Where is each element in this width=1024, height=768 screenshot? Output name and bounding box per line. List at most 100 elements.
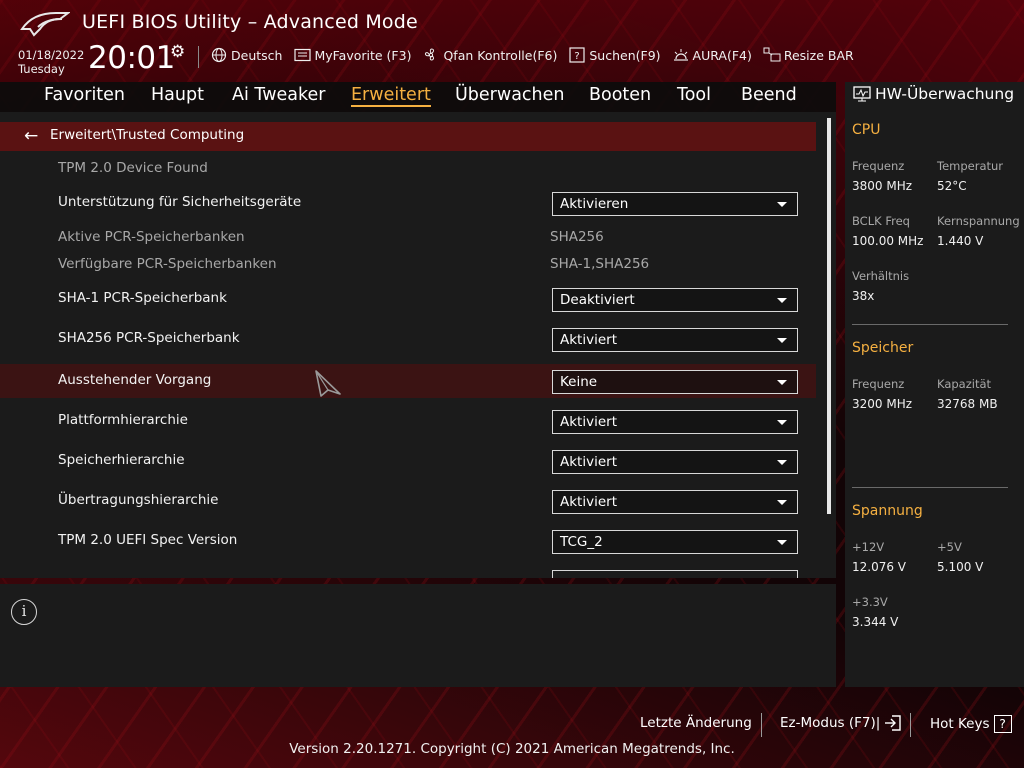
ez-mode-label: Ez-Modus (F7)| [780,715,881,731]
endorsement-hierarchy-dropdown[interactable]: Aktiviert [552,490,798,514]
next-dropdown-partial [552,570,798,578]
setting-value: SHA-1,SHA256 [550,256,650,272]
settings-gear-icon[interactable]: ⚙ [170,42,185,62]
date-text: 01/18/2022 [18,48,85,62]
chevron-down-icon [777,460,787,465]
tab-ueberwachen[interactable]: Überwachen [455,85,565,105]
aura-button[interactable]: AURA(F4) [672,47,752,63]
speicher-heading: Speicher [852,340,914,356]
dropdown-value: Aktiviert [560,332,617,348]
setting-row-sha1-pcr[interactable]: SHA-1 PCR-Speicherbank Deaktiviert [0,282,816,316]
platform-hierarchy-dropdown[interactable]: Aktiviert [552,410,798,434]
hot-keys-button[interactable]: Hot Keys ? [930,715,1012,733]
setting-row-available-pcr: Verfügbare PCR-Speicherbanken SHA-1,SHA2… [0,249,816,283]
setting-row-platform-hierarchy[interactable]: Plattformhierarchie Aktiviert [0,404,816,438]
cpu-verhaeltnis-label: Verhältnis [852,269,910,283]
speicher-kapazitaet-label: Kapazität [937,377,992,391]
setting-row-storage-hierarchy[interactable]: Speicherhierarchie Aktiviert [0,444,816,478]
resize-bar-label: Resize BAR [783,47,854,63]
setting-label: Übertragungshierarchie [58,492,219,508]
cpu-verhaeltnis-value: 38x [852,289,875,303]
header-divider [198,46,199,68]
tab-beend[interactable]: Beend [741,85,797,105]
search-button[interactable]: ? Suchen(F9) [568,47,661,63]
settings-scrollbar[interactable] [827,118,831,514]
breadcrumb-path: Erweitert\Trusted Computing [50,127,245,143]
footer-divider [910,713,911,737]
setting-row-endorsement-hierarchy[interactable]: Übertragungshierarchie Aktiviert [0,484,816,518]
spannung-5v-value: 5.100 V [937,560,984,574]
setting-row-tpm-spec-version[interactable]: TPM 2.0 UEFI Spec Version TCG_2 [0,524,816,558]
cpu-bclk-label: BCLK Freq [852,214,910,228]
chevron-down-icon [777,540,787,545]
hw-monitor-title-text: HW-Überwachung [875,85,1015,103]
cpu-temperatur-label: Temperatur [937,159,1004,173]
hw-monitor-panel: HW-Überwachung CPU Frequenz Temperatur 3… [845,82,1024,687]
setting-label: SHA256 PCR-Speicherbank [58,330,240,346]
tab-booten[interactable]: Booten [589,85,651,105]
dropdown-value: TCG_2 [560,534,603,550]
hw-section-divider [852,487,1008,488]
tab-ai-tweaker[interactable]: Ai Tweaker [232,85,325,105]
dropdown-value: Aktiviert [560,454,617,470]
setting-label: SHA-1 PCR-Speicherbank [58,290,227,306]
cpu-temperatur-value: 52°C [937,179,967,193]
dropdown-value: Deaktiviert [560,292,635,308]
spannung-5v-label: +5V [937,540,962,554]
info-icon: i [11,599,37,625]
back-arrow-icon[interactable]: ← [24,126,38,146]
sha256-pcr-dropdown[interactable]: Aktiviert [552,328,798,352]
setting-label: TPM 2.0 Device Found [58,160,208,176]
setting-label: Plattformhierarchie [58,412,188,428]
language-button[interactable]: Deutsch [210,47,282,63]
tab-tool[interactable]: Tool [677,85,711,105]
tab-erweitert[interactable]: Erweitert [351,85,431,107]
dropdown-value: Aktiviert [560,494,617,510]
spannung-33v-label: +3.3V [852,595,888,609]
qfan-button[interactable]: Qfan Kontrolle(F6) [422,47,557,63]
cpu-heading: CPU [852,122,881,138]
storage-hierarchy-dropdown[interactable]: Aktiviert [552,450,798,474]
cpu-frequenz-value: 3800 MHz [852,179,913,193]
chevron-down-icon [777,298,787,303]
chevron-down-icon [777,500,787,505]
chevron-down-icon [777,380,787,385]
setting-row-security-device[interactable]: Unterstützung für Sicherheitsgeräte Akti… [0,186,816,220]
aura-icon [672,47,690,63]
cpu-frequenz-label: Frequenz [852,159,905,173]
myfavorite-button[interactable]: MyFavorite (F3) [293,47,411,63]
mouse-cursor-icon [315,370,341,397]
setting-label: Speicherhierarchie [58,452,185,468]
setting-value: SHA256 [550,229,604,245]
myfavorite-icon [293,47,311,63]
weekday-text: Tuesday [18,62,65,76]
dropdown-value: Aktivieren [560,196,629,212]
spannung-12v-value: 12.076 V [852,560,907,574]
chevron-down-icon [777,420,787,425]
spannung-heading: Spannung [852,503,923,519]
hot-keys-label: Hot Keys [930,716,990,732]
cpu-kernspannung-value: 1.440 V [937,234,984,248]
tab-haupt[interactable]: Haupt [151,85,204,105]
search-label: Suchen(F9) [589,47,661,63]
footer-divider [761,713,762,737]
cpu-kernspannung-label: Kernspannung [937,214,1020,228]
pending-operation-dropdown[interactable]: Keine [552,370,798,394]
resize-bar-button[interactable]: Resize BAR [763,47,854,63]
security-device-dropdown[interactable]: Aktivieren [552,192,798,216]
settings-panel: ← Erweitert\Trusted Computing TPM 2.0 De… [0,112,836,578]
svg-text:?: ? [575,51,580,62]
tpm-spec-version-dropdown[interactable]: TCG_2 [552,530,798,554]
last-change-label: Letzte Änderung [640,715,752,731]
setting-label: Aktive PCR-Speicherbanken [58,229,245,245]
setting-row-sha256-pcr[interactable]: SHA256 PCR-Speicherbank Aktiviert [0,322,816,356]
ez-mode-button[interactable]: Ez-Modus (F7)| [780,715,902,731]
hw-section-divider [852,324,1008,325]
setting-label: TPM 2.0 UEFI Spec Version [58,532,238,548]
setting-label: Ausstehender Vorgang [58,372,212,388]
header-toolbar: Deutsch MyFavorite (F3) Qfan Kontrolle(F… [210,47,865,63]
setting-row-pending-operation[interactable]: Ausstehender Vorgang Keine [0,364,816,398]
tab-favoriten[interactable]: Favoriten [44,85,125,105]
sha1-pcr-dropdown[interactable]: Deaktiviert [552,288,798,312]
last-change-button[interactable]: Letzte Änderung [640,715,752,731]
